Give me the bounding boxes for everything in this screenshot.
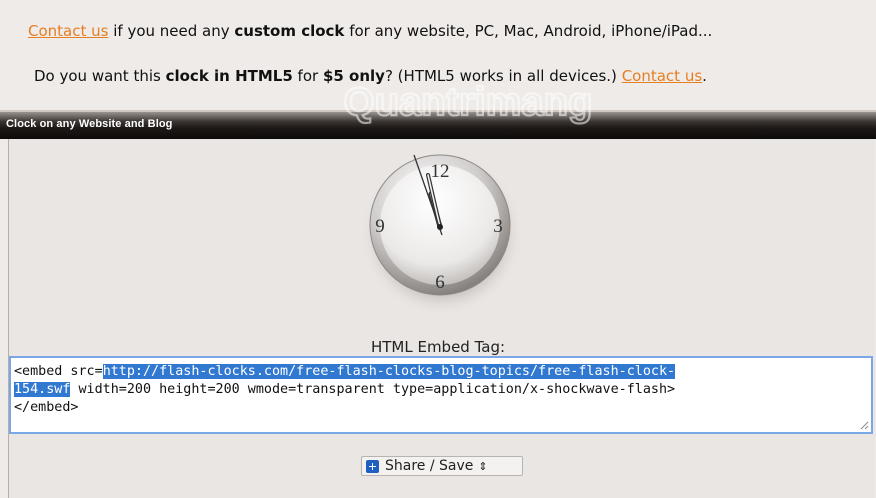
dropdown-caret-icon: ⇕ (478, 459, 488, 473)
notice-text: for any website, PC, Mac, Android, iPhon… (344, 22, 713, 40)
embed-code-textarea[interactable]: <embed src=http://flash-clocks.com/free-… (9, 356, 873, 434)
share-save-label: Share / Save (385, 458, 474, 474)
widget-title: Clock on any Website and Blog (6, 118, 173, 130)
embed-code-attributes: width=200 height=200 wmode=transparent t… (70, 382, 676, 397)
price-text: $5 only (322, 67, 385, 85)
embed-code-prefix: <embed src= (14, 364, 103, 379)
clock-number: 12 (431, 161, 450, 182)
html5-notice: Do you want this clock in HTML5 for $5 o… (34, 67, 707, 85)
page: Contact us if you need any custom clock … (0, 0, 876, 498)
clock-number: 9 (375, 216, 385, 237)
selected-url: http://flash-clocks.com/free-flash-clock… (102, 364, 676, 379)
widget-title-bar: Clock on any Website and Blog (0, 110, 876, 139)
notice-text: if you need any (108, 22, 235, 40)
embed-code-closing: </embed> (14, 400, 79, 415)
custom-clock-notice: Contact us if you need any custom clock … (28, 22, 712, 40)
notice-bold-text: clock in HTML5 (165, 67, 293, 85)
notice-bold-text: custom clock (234, 22, 345, 40)
notice-text: . (702, 67, 707, 85)
embed-tag-label: HTML Embed Tag: (370, 338, 506, 356)
share-save-button[interactable]: Share / Save ⇕ (361, 456, 523, 476)
notice-text: for (292, 67, 323, 85)
notice-text: Do you want this (34, 67, 166, 85)
selected-url: 154.swf (14, 382, 71, 397)
notice-text: ? (HTML5 works in all devices.) (384, 67, 622, 85)
resize-grip-icon[interactable] (860, 421, 869, 430)
clock-number: 6 (435, 272, 445, 293)
clock-number: 3 (493, 216, 503, 237)
analog-clock: 12 3 6 9 (358, 145, 526, 313)
contact-us-link[interactable]: Contact us (622, 67, 702, 85)
contact-us-link[interactable]: Contact us (28, 22, 108, 40)
plus-icon (366, 459, 379, 473)
